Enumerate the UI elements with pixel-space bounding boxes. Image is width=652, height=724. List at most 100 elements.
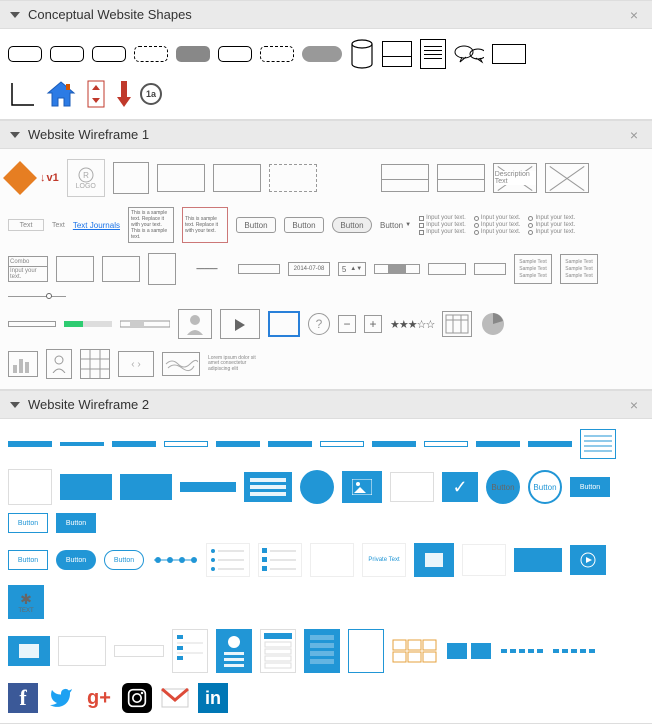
blue-wide-panel[interactable] (514, 548, 562, 572)
numbered-step-icon[interactable]: 1a (140, 83, 162, 105)
two-column[interactable] (446, 642, 492, 660)
outline-strip[interactable] (164, 441, 208, 447)
button-wireframe[interactable]: Button (236, 217, 276, 233)
spinner-input[interactable]: 5▲▼ (338, 262, 366, 276)
small-box[interactable] (474, 263, 506, 275)
outline-strip[interactable] (320, 441, 364, 447)
twitter-icon[interactable] (46, 683, 76, 713)
blue-strip[interactable] (476, 441, 520, 447)
grid-blocks[interactable] (392, 639, 438, 663)
blue-strip[interactable] (372, 441, 416, 447)
lorem-text[interactable]: Lorem ipsum dolor sit amet consectetur a… (208, 356, 258, 373)
googleplus-icon[interactable]: g+ (84, 683, 114, 713)
circle-button[interactable] (300, 470, 334, 504)
checkbox-group[interactable]: Input your text. Input your text. Input … (419, 215, 466, 235)
tab-group[interactable] (56, 256, 94, 282)
mobile-frame[interactable] (172, 629, 208, 673)
blue-bar[interactable] (180, 482, 236, 492)
carousel-icon[interactable]: ‹ › (118, 351, 154, 377)
button-pill-wireframe[interactable]: Button (332, 217, 372, 233)
mobile-list[interactable] (260, 629, 296, 673)
rounded-button-shape[interactable] (218, 46, 252, 62)
mobile-outline[interactable] (348, 629, 384, 673)
date-picker[interactable]: 2014-07-08 (288, 262, 330, 276)
timeline[interactable] (152, 553, 198, 567)
calendar-icon[interactable] (442, 311, 472, 337)
arrow-down-icon[interactable] (116, 79, 132, 109)
outline-strip[interactable] (424, 441, 468, 447)
blue-strip[interactable] (60, 442, 104, 446)
pill-button-outline[interactable]: Button (104, 550, 144, 570)
rounded-button-shape[interactable] (8, 46, 42, 62)
plus-icon[interactable]: + (364, 315, 382, 333)
scroll-updown-icon[interactable] (84, 79, 108, 109)
blue-button[interactable]: Button (56, 513, 96, 533)
star-rating[interactable]: ★★★☆☆ (390, 318, 434, 331)
browser-frame[interactable] (437, 164, 485, 192)
image-placeholder-wide[interactable] (157, 164, 205, 192)
window-frame[interactable] (58, 636, 106, 666)
blue-strip[interactable] (528, 441, 572, 447)
combobox[interactable]: ComboInput your text. (8, 256, 48, 282)
tab-group[interactable] (102, 256, 140, 282)
section-header-conceptual[interactable]: Conceptual Website Shapes × (0, 0, 652, 29)
gmail-icon[interactable] (160, 683, 190, 713)
dashed-button-shape[interactable] (260, 46, 294, 62)
link-text[interactable]: Text Journals (73, 221, 120, 230)
close-icon[interactable]: × (626, 128, 642, 142)
cylinder-icon[interactable] (350, 39, 374, 69)
form-panel[interactable] (244, 472, 292, 502)
document-icon[interactable] (420, 39, 446, 69)
horizontal-card[interactable] (462, 544, 506, 576)
rectangle-shape[interactable] (492, 44, 526, 64)
check-list[interactable] (258, 543, 302, 577)
list-box[interactable]: Sample TextSample TextSample Text (514, 254, 552, 284)
section-header-wireframe2[interactable]: Website Wireframe 2 × (0, 390, 652, 419)
pagination-dots[interactable] (552, 647, 596, 655)
gear-block[interactable]: ✱TEXT (8, 585, 44, 619)
paragraph-box-highlighted[interactable]: This is sample text. Replace it with you… (182, 207, 228, 243)
image-placeholder-borderless[interactable] (325, 164, 373, 192)
map-icon[interactable] (162, 352, 200, 376)
page-box[interactable] (148, 253, 176, 285)
facebook-icon[interactable]: f (8, 683, 38, 713)
minus-icon[interactable]: − (338, 315, 356, 333)
private-text-block[interactable]: Private Text (362, 543, 406, 577)
instagram-icon[interactable] (122, 683, 152, 713)
blue-strip[interactable] (8, 441, 52, 447)
toolbar[interactable] (114, 645, 164, 657)
monitor-icon[interactable] (268, 311, 300, 337)
angle-connector-icon[interactable] (8, 79, 38, 109)
image-hero[interactable] (8, 636, 50, 666)
pie-chart-icon[interactable] (480, 311, 506, 337)
scrollbar[interactable] (120, 319, 170, 329)
logo-placeholder[interactable]: RLOGO (67, 159, 105, 197)
blue-panel[interactable] (60, 474, 112, 500)
search-box[interactable] (428, 263, 466, 275)
rounded-button-shape[interactable] (50, 46, 84, 62)
video-player-icon[interactable] (220, 309, 260, 339)
radio-group[interactable]: Input your text. Input your text. Input … (474, 215, 521, 235)
description-box[interactable]: Description Text (493, 163, 537, 193)
button-wireframe[interactable]: Button (284, 217, 324, 233)
pill-button-blue[interactable]: Button (56, 550, 96, 570)
linkedin-icon[interactable]: in (198, 683, 228, 713)
text-label-box[interactable]: Text (8, 219, 44, 231)
user-card-icon[interactable] (46, 349, 72, 379)
list-box[interactable]: Sample TextSample TextSample Text (560, 254, 598, 284)
dashed-button-shape[interactable] (134, 46, 168, 62)
horizontal-bar[interactable]: ━━━━━ (184, 265, 230, 273)
blue-strip[interactable] (268, 441, 312, 447)
filled-button-shape[interactable] (176, 46, 210, 62)
bar-chart-icon[interactable] (8, 351, 38, 377)
blue-strip[interactable] (112, 441, 156, 447)
crossed-box[interactable] (545, 163, 589, 193)
media-card[interactable] (414, 543, 454, 577)
browser-window-icon[interactable] (382, 41, 412, 67)
paragraph-box[interactable]: This is a sample text. Replace it with y… (128, 207, 174, 243)
blue-panel[interactable] (120, 474, 172, 500)
text-block[interactable] (310, 543, 354, 577)
avatar-icon[interactable] (178, 309, 212, 339)
progress-bar-green[interactable] (64, 321, 112, 327)
diamond-icon[interactable] (8, 166, 32, 190)
